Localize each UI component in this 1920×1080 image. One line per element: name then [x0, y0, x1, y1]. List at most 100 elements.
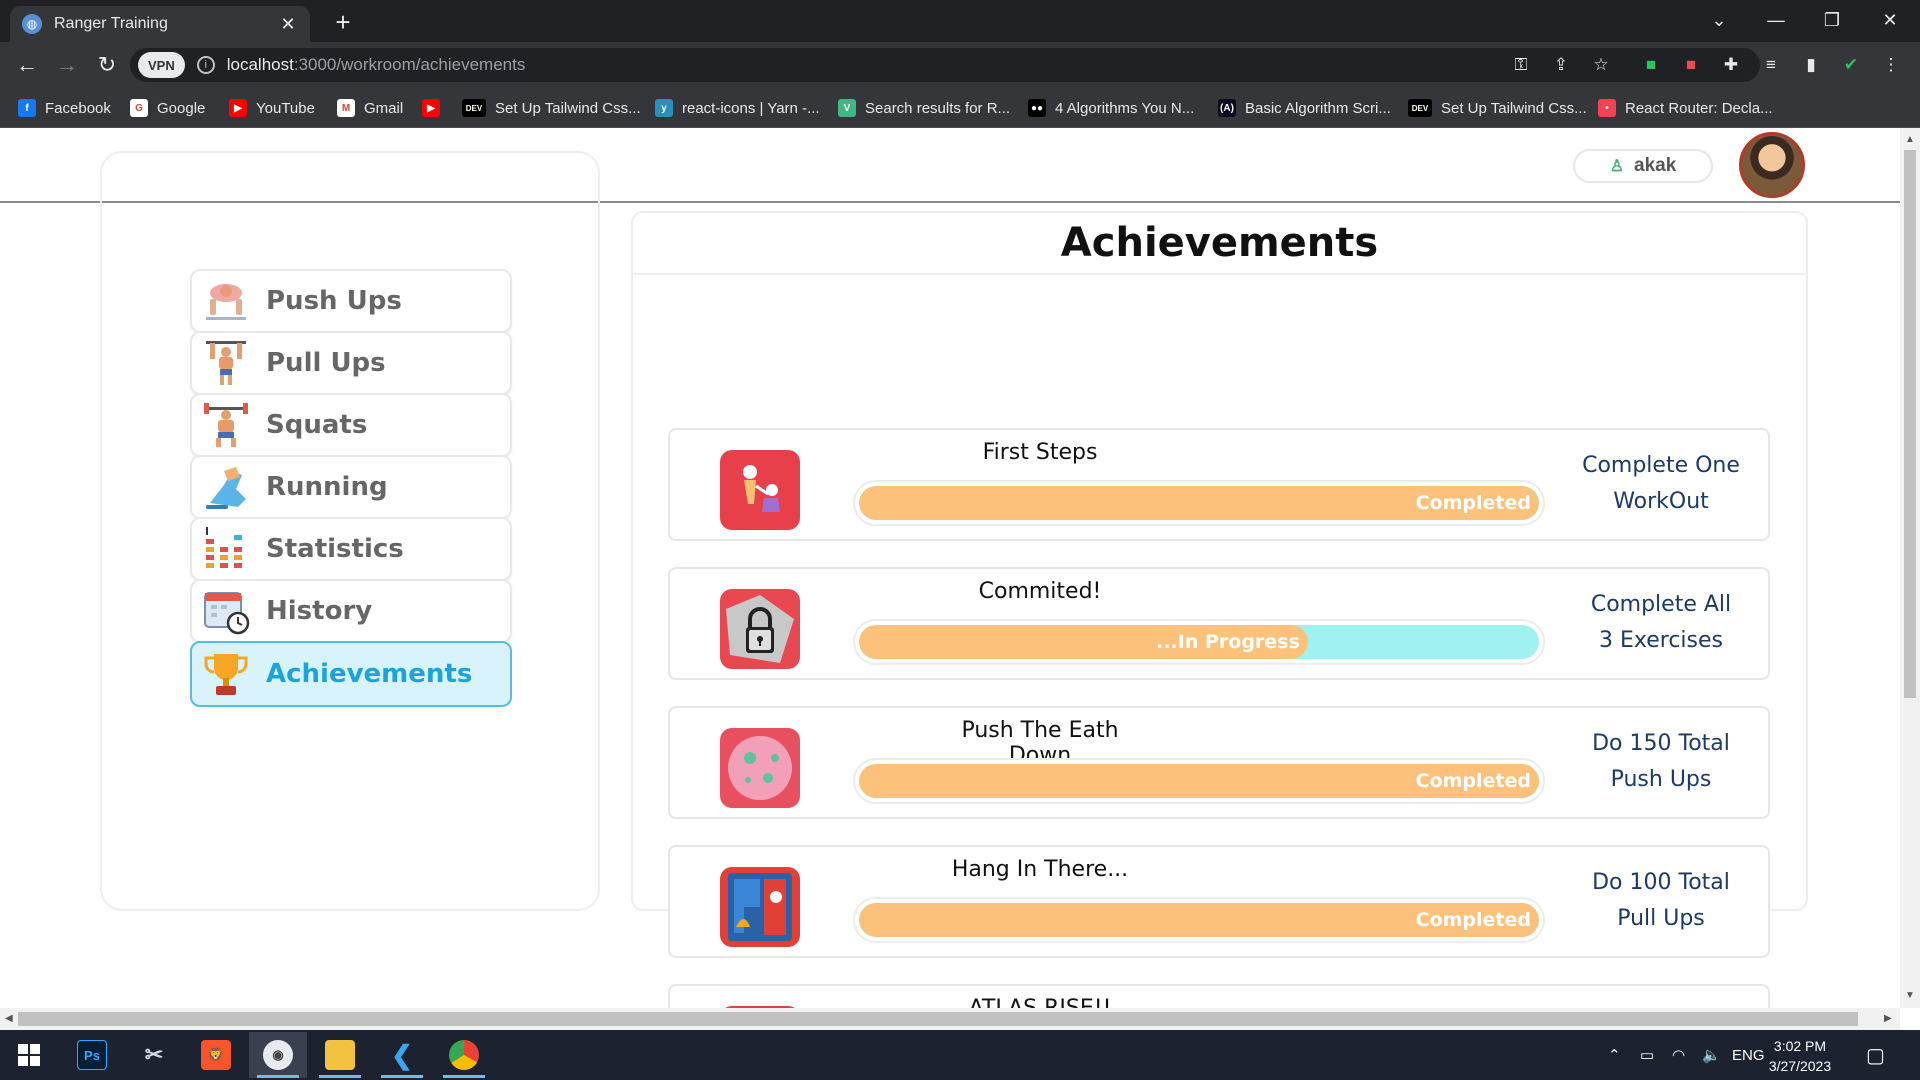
browser-toolbar: ← → ↻ VPN i localhost:3000/workroom/achi… [0, 42, 1920, 88]
achievement-progress-bar: Completed [853, 897, 1545, 943]
brave-icon[interactable]: 🦁 [187, 1032, 245, 1078]
bookmark-label: Set Up Tailwind Css... [1441, 99, 1587, 117]
key-icon[interactable]: ⚿ [1508, 52, 1534, 78]
photoshop-icon[interactable]: Ps [63, 1032, 121, 1078]
bookmark-item[interactable]: (A) Basic Algorithm Scri... [1218, 88, 1391, 128]
bookmark-item[interactable]: M Gmail [337, 88, 403, 128]
vertical-scroll-thumb[interactable] [1904, 150, 1916, 698]
puzzle-icon[interactable]: ✚ [1718, 52, 1744, 78]
locked-badge-icon [720, 589, 800, 669]
achievement-goal: Do 100 Total Pull Ups [1575, 865, 1747, 937]
achievement-name: First Steps [982, 440, 1098, 465]
yarn-icon: y [655, 99, 673, 117]
bookmark-item[interactable]: ▶ [422, 88, 449, 128]
side-panel-icon[interactable]: ▮ [1798, 52, 1824, 78]
extension-red-icon[interactable]: ■ [1678, 52, 1704, 78]
vue-icon: V [838, 99, 856, 117]
forward-button[interactable]: → [52, 50, 82, 80]
vscode-icon[interactable]: ❮ [373, 1032, 431, 1078]
bookmark-item[interactable]: DEV Set Up Tailwind Css... [462, 88, 641, 128]
achievement-card: First Steps Completed Complete One WorkOut [668, 428, 1770, 541]
achievement-status: Completed [1415, 492, 1531, 514]
achievement-goal: Complete One WorkOut [1575, 448, 1747, 520]
achievement-progress-bar: Completed [853, 758, 1545, 804]
reload-button[interactable]: ↻ [92, 50, 122, 80]
achievement-progress-fill: ...In Progress [859, 625, 1308, 659]
achievement-progress-fill: Completed [859, 486, 1539, 520]
paint-icon[interactable]: ✂ [125, 1032, 183, 1078]
achievement-progress-bar: Completed [853, 480, 1545, 526]
tab-title: Ranger Training [54, 15, 168, 32]
share-icon[interactable]: ⇪ [1548, 52, 1574, 78]
clock-date: 3/27/2023 [1768, 1058, 1832, 1074]
achievement-goal-line: Do 100 Total [1592, 870, 1730, 895]
menu-icon[interactable]: ⋮ [1878, 52, 1904, 78]
profile-check-icon[interactable]: ✔ [1838, 52, 1864, 78]
chrome-dev-icon[interactable]: ◉ [249, 1032, 307, 1078]
new-tab-button[interactable]: + [325, 6, 361, 38]
battery-icon[interactable]: ▭ [1640, 1030, 1654, 1080]
close-window-button[interactable]: ✕ [1862, 0, 1918, 40]
achievement-goal-line: 3 Exercises [1599, 628, 1723, 653]
bookmark-item[interactable]: f Facebook [18, 88, 111, 128]
horizontal-scroll-thumb[interactable] [18, 1012, 1858, 1026]
back-button[interactable]: ← [12, 50, 42, 80]
file-explorer-icon[interactable] [311, 1032, 369, 1078]
bookmark-item[interactable]: DEV Set Up Tailwind Css... [1408, 88, 1587, 128]
lock-extension-icon[interactable]: ■ [1638, 52, 1664, 78]
vpn-badge[interactable]: VPN [138, 52, 185, 78]
medium-icon: ●● [1028, 99, 1046, 117]
clock[interactable]: 3:02 PM 3/27/2023 [1755, 1036, 1845, 1076]
bookmarks-bar: f Facebook G Google ▶ YouTube M Gmail ▶ DEV Set Up… [0, 88, 1920, 128]
achievement-progress-fill: Completed [859, 903, 1539, 937]
url-text[interactable]: localhost:3000/workroom/achievements [227, 55, 526, 75]
bookmark-item[interactable]: G Google [130, 88, 205, 128]
dev-icon: DEV [462, 99, 486, 117]
bookmark-label: Facebook [45, 99, 111, 117]
achievement-name: Hang In There... [951, 857, 1129, 882]
media-icon[interactable]: ≡ [1758, 52, 1784, 78]
bookmark-label: React Router: Decla... [1625, 99, 1773, 117]
show-hidden-icons[interactable]: ⌃ [1608, 1030, 1621, 1080]
bookmark-star-icon[interactable]: ☆ [1588, 52, 1614, 78]
achievement-card: Hang In There... Completed Do 100 Total Pul… [668, 845, 1770, 958]
achievement-card: Push The Eath Down Completed Do 150 Total P… [668, 706, 1770, 819]
hang-badge-icon [720, 867, 800, 947]
bookmark-label: Set Up Tailwind Css... [495, 99, 641, 117]
achievement-status: ...In Progress [1156, 631, 1300, 653]
bookmark-label: Gmail [364, 99, 404, 117]
achievement-status: Completed [1415, 770, 1531, 792]
gmail-icon: M [337, 99, 355, 117]
bookmark-item[interactable]: ●● 4 Algorithms You N... [1028, 88, 1194, 128]
minimize-button[interactable]: — [1748, 0, 1804, 40]
achievement-status: Completed [1415, 909, 1531, 931]
start-button[interactable] [0, 1032, 58, 1078]
achievement-card: ATLAS RISE!! [668, 984, 1770, 1008]
bookmark-item[interactable]: V Search results for R... [838, 88, 1010, 128]
achievement-goal-line: Pull Ups [1617, 906, 1705, 931]
achievement-goal-line: Push Ups [1610, 767, 1712, 792]
restore-button[interactable]: ❐ [1804, 0, 1860, 40]
bookmark-item[interactable]: ▶ YouTube [229, 88, 315, 128]
first-steps-icon [720, 450, 800, 530]
bookmark-item[interactable]: y react-icons | Yarn -... [655, 88, 820, 128]
site-info-icon[interactable]: i [196, 56, 215, 74]
tab-search-icon[interactable]: ⌄ [1691, 0, 1747, 40]
vertical-scrollbar[interactable]: ▲ ▼ [1900, 128, 1920, 1008]
close-tab-icon[interactable]: ✕ [278, 14, 298, 35]
youtube-icon: ▶ [229, 99, 247, 117]
browser-tab[interactable]: ◍ Ranger Training ✕ [10, 6, 310, 42]
horizontal-scrollbar[interactable]: ◀ ▶ [0, 1008, 1900, 1030]
notifications-icon[interactable]: ▢ [1866, 1030, 1885, 1080]
achievement-goal-line: Complete One [1582, 453, 1740, 478]
chrome-icon[interactable] [435, 1032, 493, 1078]
dev-icon: DEV [1408, 99, 1432, 117]
wifi-icon[interactable]: ◠ [1672, 1030, 1685, 1080]
google-icon: G [130, 99, 148, 117]
volume-icon[interactable]: 🔈 [1702, 1030, 1721, 1080]
youtube-icon: ▶ [422, 99, 440, 117]
bookmark-item[interactable]: • React Router: Decla... [1598, 88, 1773, 128]
bookmark-label: Google [157, 99, 206, 117]
bookmark-label: Search results for R... [865, 99, 1011, 117]
windows-taskbar: Ps ✂ 🦁 ◉ ❮ ⌃ ▭ ◠ 🔈 ENG 3:02 PM 3/27/2023… [0, 1030, 1920, 1080]
